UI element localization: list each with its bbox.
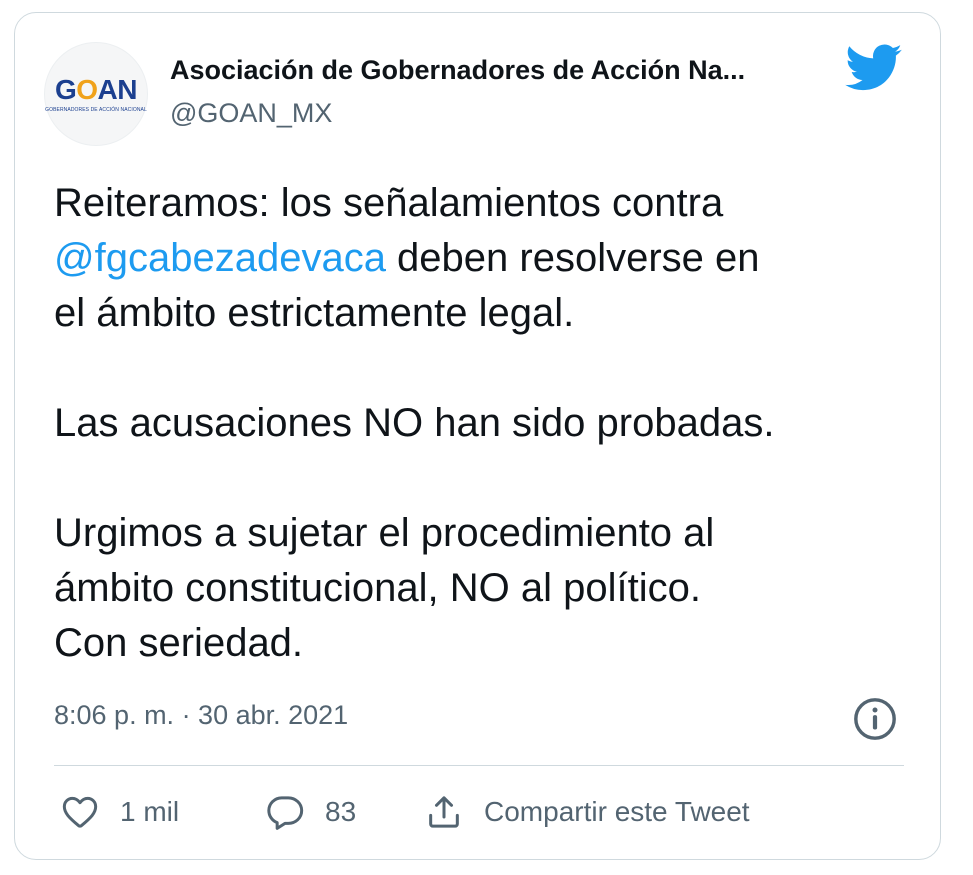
divider — [54, 765, 904, 766]
account-handle[interactable]: @GOAN_MX — [170, 98, 332, 129]
tweet-line: el ámbito estrictamente legal. — [54, 291, 575, 335]
tweet-line: Urgimos a sujetar el procedimiento al — [54, 511, 715, 555]
like-count: 1 mil — [120, 796, 180, 827]
reply-button[interactable]: 83 — [265, 790, 356, 834]
share-button[interactable]: Compartir este Tweet — [424, 790, 750, 834]
goan-logo-subtext: GOBERNADORES DE ACCIÓN NACIONAL — [45, 106, 147, 113]
tweet-line: @fgcabezadevaca deben resolverse en — [54, 236, 760, 280]
info-icon[interactable] — [852, 696, 898, 742]
tweet-line: Reiteramos: los señalamientos contra — [54, 181, 724, 225]
heart-icon — [62, 796, 98, 828]
tweet-line: Las acusaciones NO han sido probadas. — [54, 401, 775, 445]
tweet-line: Con seriedad. — [54, 621, 304, 665]
like-button[interactable]: 1 mil — [60, 790, 179, 834]
goan-logo: GOAN — [54, 73, 138, 105]
share-label: Compartir este Tweet — [484, 796, 750, 827]
reply-count: 83 — [325, 796, 357, 827]
twitter-bird-icon[interactable] — [845, 44, 903, 92]
tweet-line: ámbito constitucional, NO al político. — [54, 566, 701, 610]
avatar[interactable]: GOAN GOBERNADORES DE ACCIÓN NACIONAL — [44, 42, 148, 146]
mention-link[interactable]: @fgcabezadevaca — [54, 236, 386, 280]
share-icon — [429, 796, 459, 828]
speech-bubble-icon — [267, 796, 304, 830]
tweet-timestamp[interactable]: 8:06 p. m. · 30 abr. 2021 — [54, 700, 348, 731]
tweet-text: Reiteramos: los señalamientos contra @fg… — [54, 176, 914, 671]
account-name[interactable]: Asociación de Gobernadores de Acción Na.… — [170, 55, 830, 86]
